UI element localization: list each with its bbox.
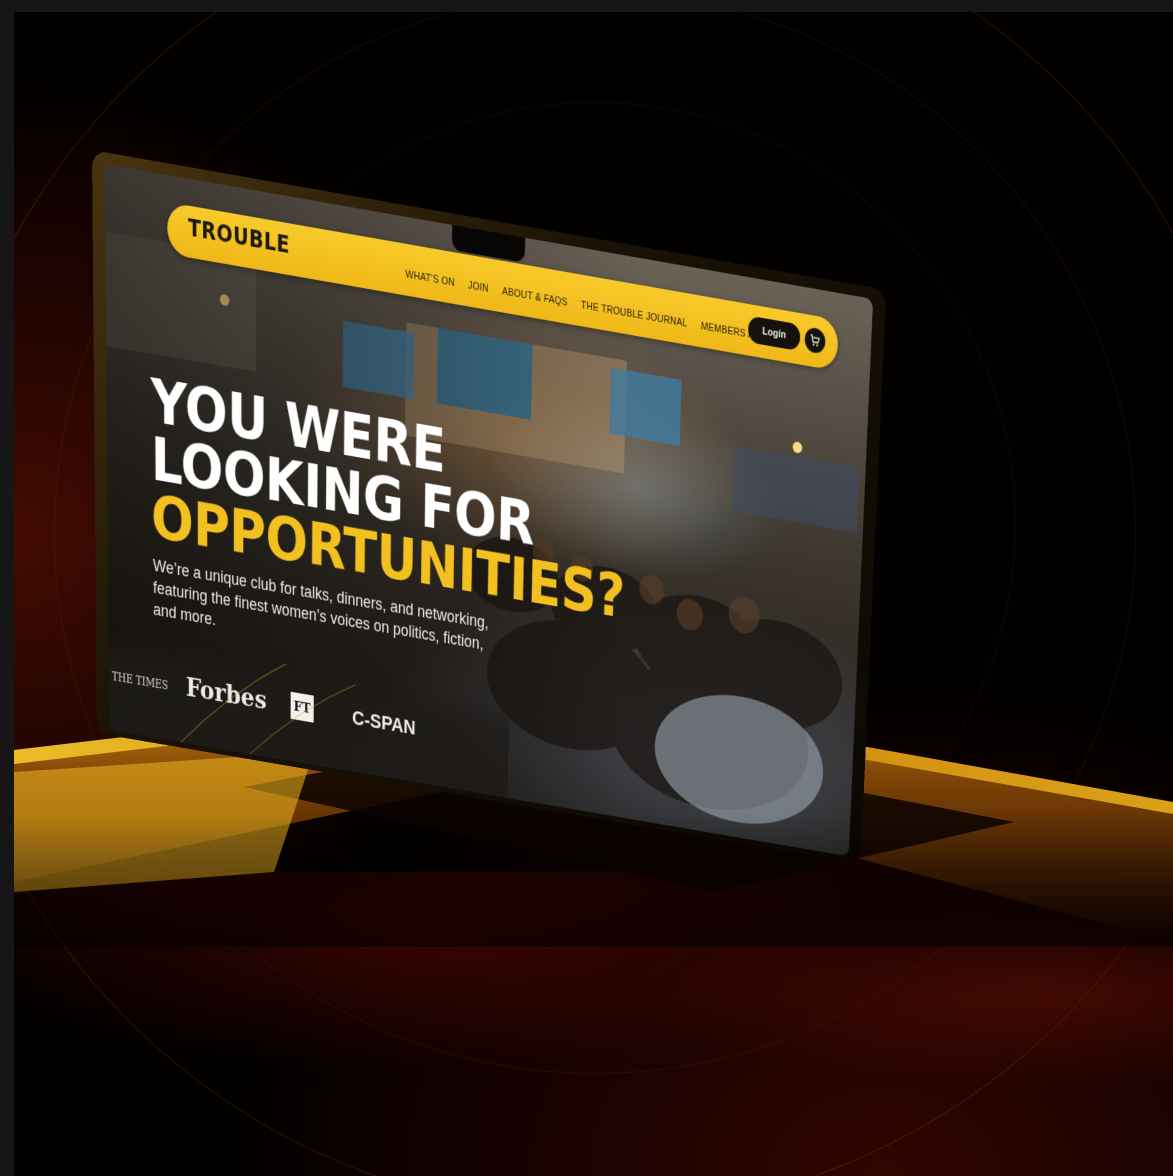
login-button[interactable]: Login [747,315,801,352]
cart-button[interactable] [804,326,826,355]
nav-item-whats-on[interactable]: WHAT'S ON [405,269,455,289]
mockup-scene: TROUBLE WHAT'S ON JOIN ABOUT & FAQS THE … [14,12,1173,1176]
nav-item-join[interactable]: JOIN [468,280,489,295]
laptop-lid: TROUBLE WHAT'S ON JOIN ABOUT & FAQS THE … [92,150,887,864]
nav-item-trouble-journal[interactable]: THE TROUBLE JOURNAL [581,300,688,330]
site-logo[interactable]: TROUBLE [188,214,290,259]
nav-item-about-faqs[interactable]: ABOUT & FAQS [502,286,568,309]
laptop-screen: TROUBLE WHAT'S ON JOIN ABOUT & FAQS THE … [104,163,874,857]
desk-surface [14,872,1173,1176]
shopping-cart-icon [809,333,821,347]
